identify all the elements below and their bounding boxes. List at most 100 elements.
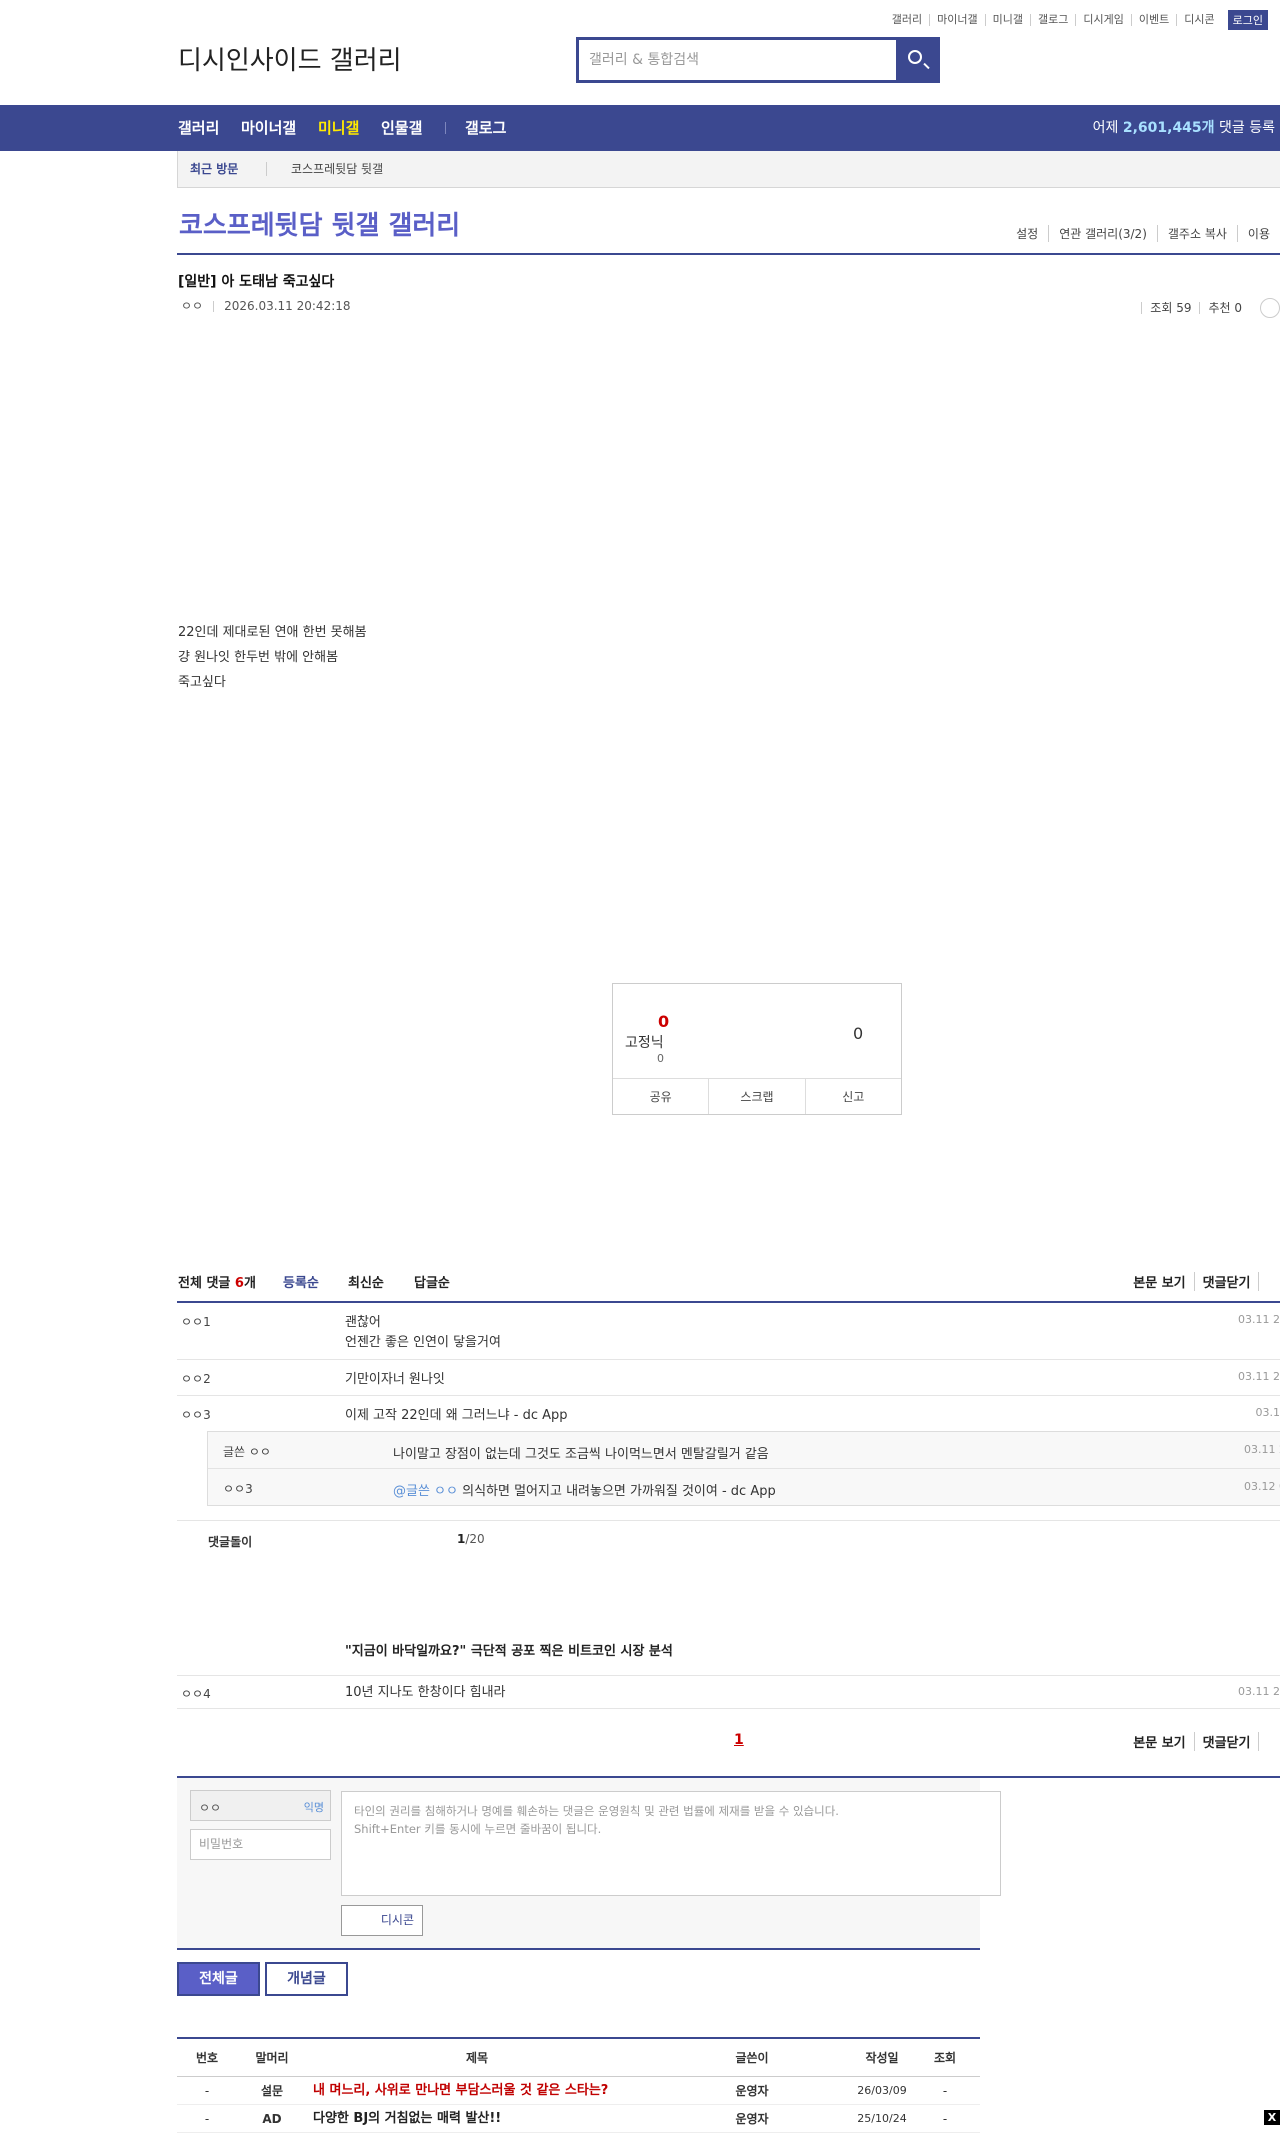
reply-box: 글쓴 ㅇㅇ 나이말고 장점이 없는데 그것도 조금씩 나이먹느면서 멘탈갈릴거 … (207, 1431, 1280, 1506)
reply-text: 나이말고 장점이 없는데 그것도 조금씩 나이먹느면서 멘탈갈릴거 같음 (393, 1443, 769, 1462)
comment-nick[interactable]: ㅇㅇ4 (181, 1685, 211, 1702)
comment-date: 03.11 22 (1238, 1685, 1280, 1698)
nav-item-minor[interactable]: 마이너갤 (241, 105, 296, 151)
close-button[interactable]: X (1264, 2110, 1280, 2125)
header-date: 작성일 (847, 2039, 917, 2077)
row-number: - (177, 2105, 237, 2133)
comment-date: 03.11 21 (1238, 1370, 1280, 1383)
sort-latest[interactable]: 최신순 (348, 1272, 384, 1291)
related-gallery-link[interactable]: 연관 갤러리(3/2) (1048, 225, 1157, 242)
comment-write-box: ㅇㅇ 익명 비밀번호 타인의 권리를 침해하거나 명예를 훼손하는 댓글은 운영… (177, 1778, 980, 1950)
comment-row: ㅇㅇ2 기만이자너 원나잇 03.11 21 (177, 1360, 1280, 1396)
nav-item-gallery[interactable]: 갤러리 (178, 105, 219, 151)
top-link-gallery[interactable]: 갤러리 (885, 14, 929, 26)
row-number: - (177, 2077, 237, 2105)
upvote-count[interactable]: 0 (658, 1012, 669, 1031)
comment-text: 언젠간 좋은 인연이 닿을거여 (345, 1333, 501, 1353)
post-options-icon[interactable] (1260, 298, 1280, 318)
reply-row: 글쓴 ㅇㅇ 나이말고 장점이 없는데 그것도 조금씩 나이먹느면서 멘탈갈릴거 … (208, 1432, 1280, 1469)
reply-mention[interactable]: @글쓴 ㅇㅇ (393, 1484, 458, 1499)
password-field[interactable]: 비밀번호 (190, 1829, 331, 1860)
row-tag: 설문 (237, 2077, 307, 2105)
comment-page-current[interactable]: 1 (734, 1732, 744, 1748)
gallery-tools: 설정 연관 갤러리(3/2) 갤주소 복사 이용 (1006, 225, 1280, 242)
nav-item-mini[interactable]: 미니갤 (318, 105, 359, 151)
header-views: 조회 (915, 2039, 975, 2077)
usage-link[interactable]: 이용 (1237, 225, 1280, 242)
row-views: - (915, 2105, 975, 2133)
dccon-button[interactable]: 디시콘 (341, 1905, 423, 1936)
post-body-line: 죽고싶다 (178, 670, 367, 695)
reply-row: ㅇㅇ3 @글쓴 ㅇㅇ 의식하면 멀어지고 내려놓으면 가까워질 것이여 - dc… (208, 1469, 1280, 1506)
report-button[interactable]: 신고 (805, 1079, 901, 1114)
close-comments-link[interactable]: 댓글닫기 (1194, 1272, 1259, 1291)
row-views: - (915, 2077, 975, 2105)
nav-item-person[interactable]: 인물갤 (381, 105, 422, 151)
reply-text: 의식하면 멀어지고 내려놓으면 가까워질 것이여 - dc App (462, 1484, 776, 1499)
view-post-link[interactable]: 본문 보기 (1125, 1732, 1193, 1751)
reply-nick[interactable]: ㅇㅇ3 (223, 1480, 253, 1497)
comment-nick[interactable]: ㅇㅇ3 (181, 1406, 211, 1423)
comment-text: 이제 고작 22인데 왜 그러느냐 - dc App (345, 1406, 568, 1426)
nickname-field[interactable]: ㅇㅇ 익명 (190, 1790, 331, 1821)
top-link-dccon[interactable]: 디시콘 (1176, 14, 1221, 26)
comment-nick[interactable]: ㅇㅇ1 (181, 1313, 211, 1330)
ad-link[interactable]: "지금이 바닥일까요?" 극단적 공포 찍은 비트코인 시장 분석 (345, 1640, 673, 1659)
reply-nick[interactable]: 글쓴 ㅇㅇ (223, 1443, 271, 1460)
comment-total: 전체 댓글 6개 (178, 1272, 256, 1291)
top-link-mini[interactable]: 미니갤 (985, 14, 1030, 26)
close-comments-link[interactable]: 댓글닫기 (1194, 1732, 1259, 1751)
row-writer[interactable]: 운영자 (717, 2105, 787, 2133)
site-logo[interactable]: 디시인사이드 갤러리 (178, 40, 402, 77)
nav-divider (445, 122, 446, 134)
top-link-dcgame[interactable]: 디시게임 (1075, 14, 1130, 26)
search-button[interactable] (896, 40, 937, 80)
reply-date: 03.12 0 (1244, 1480, 1280, 1493)
top-utility-links: 갤러리 마이너갤 미니갤 갤로그 디시게임 이벤트 디시콘 로그인 (885, 10, 1268, 30)
post-author[interactable]: ㅇㅇ (181, 299, 203, 313)
comment-nick[interactable]: ㅇㅇ2 (181, 1370, 211, 1387)
row-date: 26/03/09 (847, 2077, 917, 2105)
scrap-button[interactable]: 스크랩 (708, 1079, 804, 1114)
main-nav: 갤러리 마이너갤 미니갤 인물갤 갤로그 어제 2,601,445개 댓글 등록 (0, 105, 1280, 151)
row-subject[interactable]: 내 며느리, 사위로 만나면 부담스러울 것 같은 스타는? (313, 2077, 608, 2105)
row-subject[interactable]: 다양한 BJ의 거침없는 매력 발산!! (313, 2105, 501, 2133)
post-title: [일반] 아 도태남 죽고싶다 (178, 271, 334, 291)
post-date: 2026.03.11 20:42:18 (224, 299, 350, 313)
sort-registered[interactable]: 등록순 (283, 1272, 319, 1291)
gallery-title[interactable]: 코스프레뒷담 뒷갤 갤러리 (179, 205, 460, 242)
login-button[interactable]: 로그인 (1228, 10, 1268, 30)
top-link-event[interactable]: 이벤트 (1131, 14, 1176, 26)
sort-replies[interactable]: 답글순 (414, 1272, 450, 1291)
comment-fold-label[interactable]: 댓글돌이 (208, 1533, 252, 1550)
top-link-minor[interactable]: 마이너갤 (929, 14, 984, 26)
comment-text: 기만이자너 원나잇 (345, 1370, 445, 1390)
post-body-line: 22인데 제대로된 연애 한번 못해봄 (178, 620, 367, 645)
post-counts: 조회 59 추천 0 (1141, 298, 1280, 318)
top-link-gallog[interactable]: 갤로그 (1030, 14, 1075, 26)
refresh-link[interactable] (1258, 1272, 1280, 1291)
recommended-posts-button[interactable]: 개념글 (265, 1962, 348, 1996)
comment-textarea[interactable]: 타인의 권리를 침해하거나 명예를 훼손하는 댓글은 운영원칙 및 관련 법률에… (341, 1791, 1001, 1896)
recent-visit-item[interactable]: 코스프레뒷담 뒷갤 (291, 151, 383, 187)
recent-visit-divider (266, 162, 267, 176)
recommend-actions: 공유 스크랩 신고 (613, 1078, 901, 1114)
recent-visit-label[interactable]: 최근 방문 (190, 151, 238, 187)
post-views: 조회 59 (1141, 302, 1199, 314)
comment-text: 10년 지나도 한창이다 힘내라 (345, 1683, 506, 1703)
comment-row: ㅇㅇ4 10년 지나도 한창이다 힘내라 03.11 22 (177, 1675, 1280, 1709)
comment-fold-pager: 1/20 (457, 1532, 485, 1546)
header-writer: 글쓴이 (717, 2039, 787, 2077)
copy-address-link[interactable]: 갤주소 복사 (1157, 225, 1237, 242)
comment-date: 03.11 20 (1238, 1313, 1280, 1326)
share-button[interactable]: 공유 (613, 1079, 708, 1114)
search-input[interactable]: 갤러리 & 통합검색 (579, 40, 896, 80)
settings-link[interactable]: 설정 (1006, 225, 1048, 242)
refresh-link[interactable] (1258, 1732, 1280, 1751)
row-writer[interactable]: 운영자 (717, 2077, 787, 2105)
downvote-count[interactable]: 0 (853, 1024, 863, 1043)
all-posts-button[interactable]: 전체글 (177, 1962, 260, 1996)
view-post-link[interactable]: 본문 보기 (1125, 1272, 1193, 1291)
search-icon (908, 50, 922, 64)
nav-item-gallog[interactable]: 갤로그 (465, 105, 506, 151)
